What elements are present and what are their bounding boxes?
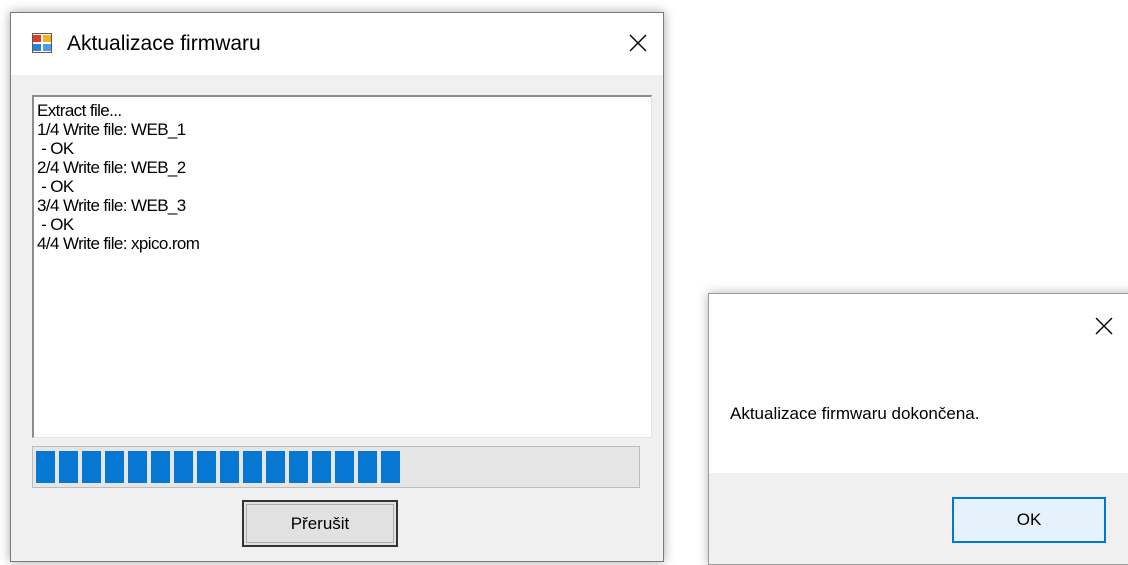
progress-segment bbox=[59, 451, 78, 483]
progress-segment bbox=[197, 451, 216, 483]
progress-fill bbox=[36, 451, 404, 483]
log-line: 1/4 Write file: WEB_1 bbox=[37, 120, 186, 139]
completion-message-box: Aktualizace firmwaru dokončena. OK bbox=[708, 293, 1128, 565]
log-textbox[interactable]: Extract file... 1/4 Write file: WEB_1 - … bbox=[32, 95, 652, 438]
ok-button-label: OK bbox=[1016, 510, 1042, 529]
progress-segment bbox=[174, 451, 193, 483]
close-icon[interactable] bbox=[1081, 306, 1127, 346]
close-icon[interactable] bbox=[615, 23, 661, 63]
log-line: 2/4 Write file: WEB_2 bbox=[37, 158, 186, 177]
progress-segment bbox=[358, 451, 377, 483]
progress-segment bbox=[266, 451, 285, 483]
progress-segment bbox=[82, 451, 101, 483]
window-title: Aktualizace firmwaru bbox=[67, 32, 261, 55]
progress-segment bbox=[220, 451, 239, 483]
progress-segment bbox=[243, 451, 262, 483]
button-focus-border bbox=[246, 504, 394, 543]
progress-segment bbox=[36, 451, 55, 483]
progress-segment bbox=[128, 451, 147, 483]
ok-button[interactable]: OK bbox=[952, 497, 1106, 543]
progress-segment bbox=[105, 451, 124, 483]
firmware-update-window: Aktualizace firmwaru Extract file... 1/4… bbox=[10, 12, 664, 562]
log-line: Extract file... bbox=[37, 101, 122, 120]
cancel-button[interactable]: Přerušit bbox=[242, 500, 398, 547]
progress-segment bbox=[335, 451, 354, 483]
progress-segment bbox=[312, 451, 331, 483]
log-line: - OK bbox=[37, 177, 74, 196]
log-line: - OK bbox=[37, 215, 74, 234]
log-line: 3/4 Write file: WEB_3 bbox=[37, 196, 186, 215]
progress-segment bbox=[151, 451, 170, 483]
app-window-icon bbox=[32, 33, 52, 53]
title-bar: Aktualizace firmwaru bbox=[11, 13, 663, 75]
progress-segment bbox=[381, 451, 400, 483]
log-line: - OK bbox=[37, 139, 74, 158]
log-line: 4/4 Write file: xpico.rom bbox=[37, 234, 200, 253]
progress-bar bbox=[32, 446, 640, 488]
message-text: Aktualizace firmwaru dokončena. bbox=[730, 404, 980, 423]
progress-segment bbox=[289, 451, 308, 483]
